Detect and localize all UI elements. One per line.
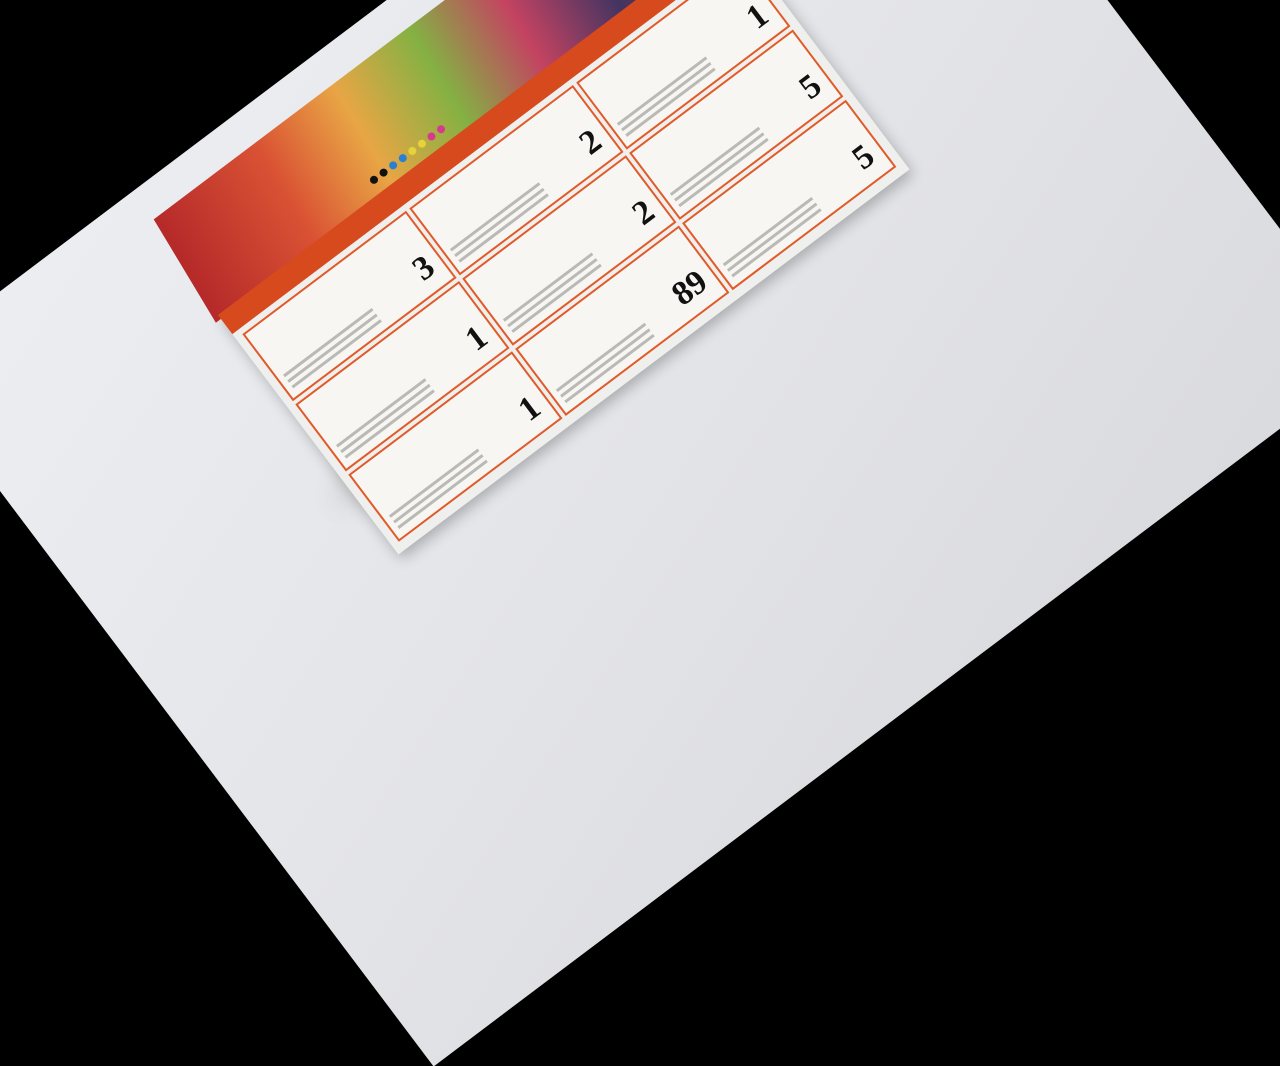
item-price: 2 xyxy=(572,122,609,163)
item-price: 89 xyxy=(665,263,715,314)
photo-scene: 3 2 1 1 2 5 1 89 5 xyxy=(0,0,1280,1066)
item-price: 5 xyxy=(845,137,882,178)
item-price: 1 xyxy=(739,0,776,37)
item-price: 3 xyxy=(405,248,442,289)
item-price: 5 xyxy=(792,67,829,107)
item-price: 1 xyxy=(511,388,548,429)
item-price: 2 xyxy=(625,192,662,233)
photo-backdrop: 3 2 1 1 2 5 1 89 5 xyxy=(0,0,1280,1066)
item-price: 1 xyxy=(458,318,495,359)
